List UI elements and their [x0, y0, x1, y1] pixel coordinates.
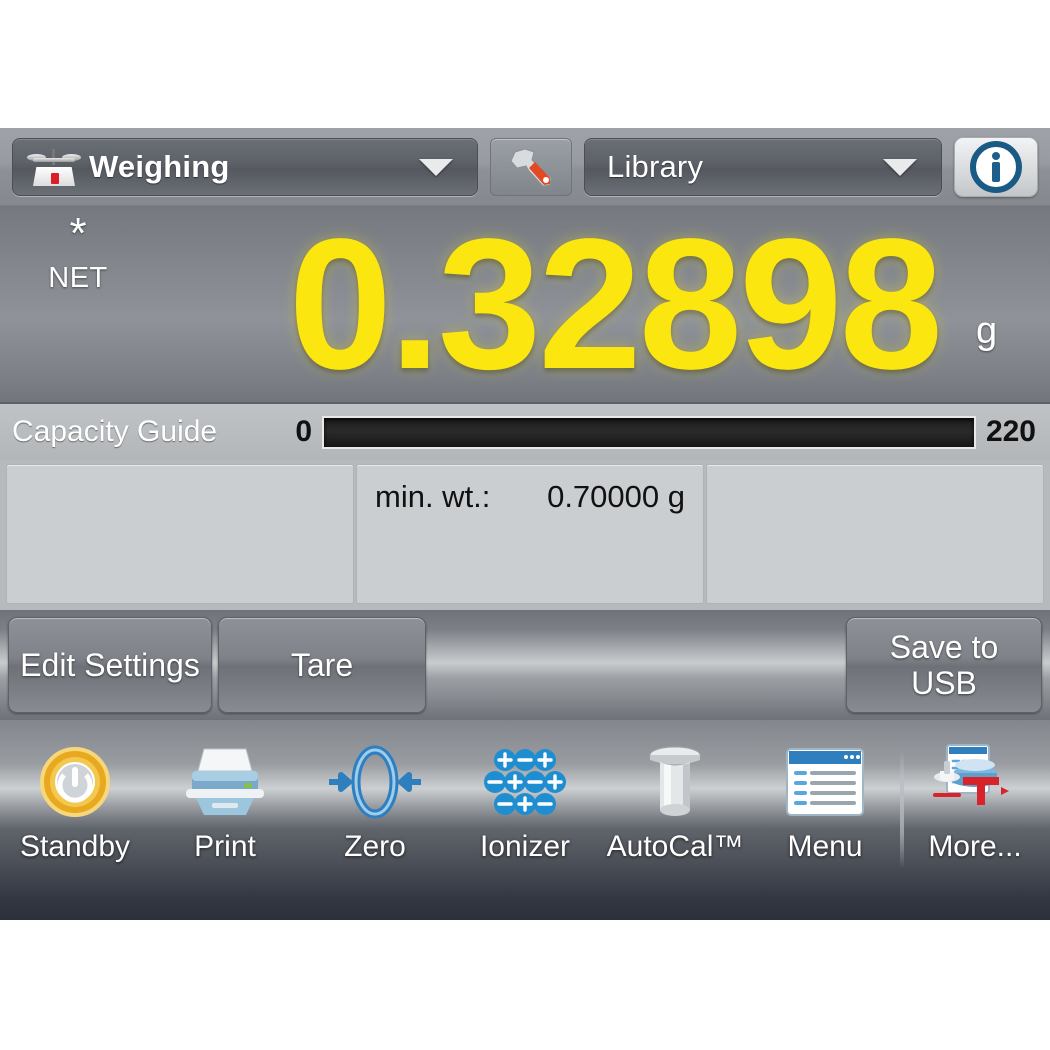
toolbar-item-ionizer[interactable]: Ionizer	[450, 740, 600, 864]
weight-display: * NET 0.32898 g	[0, 206, 1050, 402]
capacity-progress-bar	[322, 415, 976, 449]
chevron-down-icon	[883, 158, 917, 176]
toolbar-label-ionizer: Ionizer	[479, 830, 571, 863]
ions-plus-minus-icon	[479, 740, 571, 824]
stability-indicator: *	[69, 209, 87, 258]
capacity-min-value: 0	[295, 415, 312, 448]
info-button[interactable]	[954, 137, 1038, 197]
info-icon	[970, 141, 1022, 193]
toolbar-divider	[900, 750, 904, 868]
tare-label: Tare	[290, 647, 354, 683]
balance-scale-icon	[27, 147, 81, 187]
toolbar-label-more: More...	[928, 830, 1022, 863]
power-standby-icon	[38, 740, 112, 824]
toolbar-label-print: Print	[194, 830, 256, 863]
calibration-weight-icon	[638, 740, 712, 824]
toolbar-item-menu[interactable]: Menu	[750, 740, 900, 864]
toolbar-item-autocal[interactable]: AutoCal™	[600, 740, 750, 864]
toolbar-item-zero[interactable]: Zero	[300, 740, 450, 864]
info-panel-right[interactable]	[706, 464, 1044, 604]
toolbar-label-zero: Zero	[344, 830, 406, 863]
toolbar-label-menu: Menu	[787, 830, 863, 863]
capacity-guide-label: Capacity Guide	[12, 415, 218, 448]
info-panel-left[interactable]	[6, 464, 354, 604]
library-dropdown-label: Library	[607, 149, 704, 184]
library-dropdown[interactable]: Library	[584, 138, 942, 196]
net-label: NET	[48, 262, 108, 294]
mode-dropdown-label: Weighing	[89, 149, 230, 184]
more-apps-icon	[929, 740, 1021, 824]
toolbar-item-more[interactable]: More...	[900, 740, 1050, 868]
weight-value: 0.32898	[288, 201, 943, 408]
action-button-bar: Edit Settings Tare Save to USB	[0, 610, 1050, 720]
edit-settings-button[interactable]: Edit Settings	[8, 617, 212, 713]
save-to-usb-label-line2: USB	[911, 665, 977, 701]
capacity-max-value: 220	[985, 415, 1036, 448]
settings-wrench-button[interactable]	[490, 138, 572, 196]
chevron-down-icon	[419, 158, 453, 176]
header-bar: Weighing Library	[0, 128, 1050, 206]
save-to-usb-button[interactable]: Save to USB	[846, 617, 1042, 713]
toolbar-label-standby: Standby	[19, 830, 131, 863]
save-to-usb-label-line1: Save to	[889, 629, 999, 665]
printer-icon	[182, 740, 268, 824]
wrench-icon	[510, 148, 552, 187]
weight-unit: g	[976, 310, 998, 352]
menu-window-icon	[784, 740, 866, 824]
info-panel-center[interactable]: min. wt.: 0.70000 g	[356, 464, 704, 604]
toolbar-item-standby[interactable]: Standby	[0, 740, 150, 864]
balance-touchscreen: Weighing Library * NET 0.32898 g Capacit…	[0, 128, 1050, 920]
zero-arrows-icon	[323, 740, 427, 824]
edit-settings-label: Edit Settings	[20, 647, 200, 683]
min-weight-label: min. wt.:	[375, 479, 491, 514]
bottom-toolbar: Standby Print Zero Ionizer AutoCal™ Menu…	[0, 720, 1050, 920]
mode-dropdown[interactable]: Weighing	[12, 138, 478, 196]
toolbar-label-autocal: AutoCal™	[606, 830, 744, 863]
capacity-guide: Capacity Guide 0 220	[0, 402, 1050, 460]
tare-button[interactable]: Tare	[218, 617, 426, 713]
min-weight-value: 0.70000 g	[547, 479, 685, 514]
net-indicator-block: * NET	[18, 209, 138, 295]
toolbar-item-print[interactable]: Print	[150, 740, 300, 864]
info-panel-group: min. wt.: 0.70000 g	[0, 460, 1050, 610]
